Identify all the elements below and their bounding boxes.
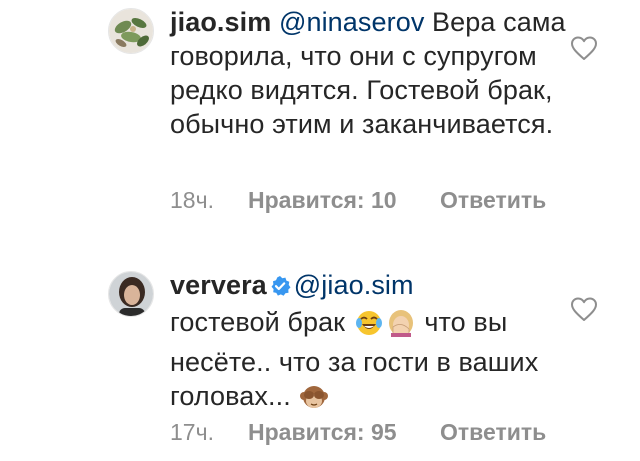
- verified-badge-icon: [269, 271, 291, 305]
- reply-button[interactable]: Ответить: [440, 419, 546, 446]
- username[interactable]: ververa: [170, 270, 267, 300]
- reply-button[interactable]: Ответить: [440, 187, 546, 214]
- comment-body-part1: гостевой брак: [170, 307, 346, 337]
- likes-count[interactable]: Нравится: 10: [248, 187, 440, 214]
- comment-text: ververa @jiao.sim гостевой брак что вы не…: [170, 268, 570, 419]
- avatar[interactable]: [108, 271, 154, 317]
- face-with-tears-of-joy-icon: [355, 309, 383, 345]
- comment-meta: 17ч. Нравится: 95 Ответить: [170, 419, 546, 446]
- see-no-evil-monkey-icon: [300, 383, 329, 419]
- avatar[interactable]: [108, 8, 154, 54]
- like-heart-icon[interactable]: [570, 296, 598, 322]
- mention-link[interactable]: @ninaserov: [279, 7, 424, 37]
- like-heart-icon[interactable]: [570, 35, 598, 61]
- username[interactable]: jiao.sim: [170, 7, 271, 37]
- likes-count[interactable]: Нравится: 95: [248, 419, 440, 446]
- avatar-plants-image: [109, 9, 153, 53]
- mention-link[interactable]: @jiao.sim: [294, 270, 414, 300]
- avatar-portrait-image: [109, 272, 153, 316]
- comment-text: jiao.sim @ninaserov Вера сама говорила, …: [170, 5, 570, 141]
- timestamp[interactable]: 17ч.: [170, 419, 248, 446]
- comment-meta: 18ч. Нравится: 10 Ответить: [170, 187, 546, 214]
- timestamp[interactable]: 18ч.: [170, 187, 248, 214]
- woman-facepalming-icon: [387, 309, 415, 345]
